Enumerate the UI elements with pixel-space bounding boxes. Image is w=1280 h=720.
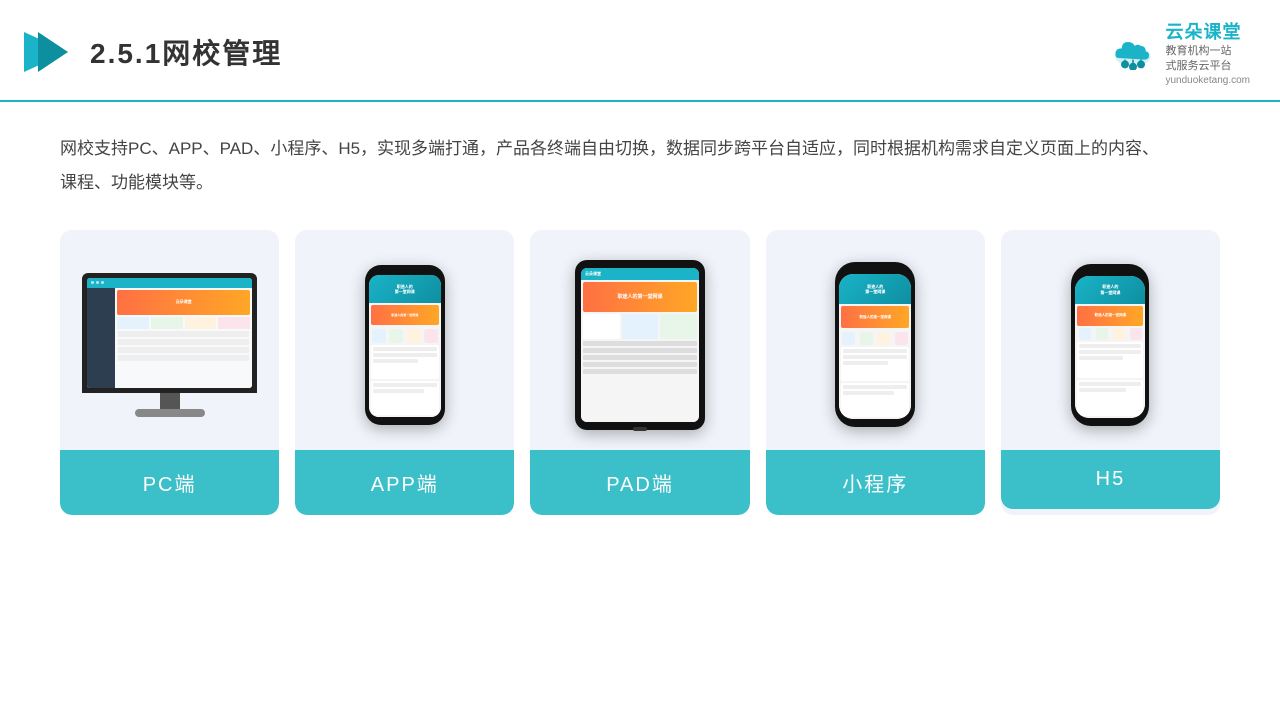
brand-name: 云朵课堂 — [1165, 18, 1250, 44]
header-right: 云朵课堂 教育机构一站式服务云平台 yunduoketang.com — [1109, 18, 1250, 86]
pad-label: PAD端 — [530, 450, 749, 515]
pad-card: 云朵课堂 职途人的第一堂网课 — [530, 230, 749, 515]
pc-preview: 云朵课堂 — [60, 230, 279, 450]
page-title: 2.5.1网校管理 — [90, 32, 282, 72]
h5-screen: 职途人的第一堂网课 职途人的第一堂网课 — [1075, 276, 1145, 418]
monitor-neck — [160, 393, 180, 409]
pc-label: PC端 — [60, 450, 279, 515]
miniprogram-card: 职途人的第一堂网课 职途人的第一堂网课 — [766, 230, 985, 515]
cloud-icon — [1109, 34, 1157, 70]
app-preview: 职途人的第一堂网课 职途人的第一堂网课 — [295, 230, 514, 450]
brand-logo: 云朵课堂 教育机构一站式服务云平台 yunduoketang.com — [1109, 18, 1250, 86]
h5-preview: 职途人的第一堂网课 职途人的第一堂网课 — [1001, 230, 1220, 450]
h5-label: H5 — [1001, 450, 1220, 509]
logo-icon — [20, 26, 72, 78]
pc-card: 云朵课堂 — [60, 230, 279, 515]
pc-monitor: 云朵课堂 — [82, 273, 257, 417]
monitor-frame: 云朵课堂 — [82, 273, 257, 393]
page-header: 2.5.1网校管理 云朵课堂 教育机构一站式服务云平台 yunduoketang… — [0, 0, 1280, 102]
app-label: APP端 — [295, 450, 514, 515]
h5-notch — [1096, 268, 1124, 275]
phone-frame: 职途人的第一堂网课 职途人的第一堂网课 — [365, 265, 445, 425]
main-content: 网校支持PC、APP、PAD、小程序、H5，实现多端打通，产品各终端自由切换，数… — [0, 102, 1280, 535]
phone-notch — [393, 268, 417, 274]
description-text: 网校支持PC、APP、PAD、小程序、H5，实现多端打通，产品各终端自由切换，数… — [60, 132, 1160, 200]
tablet-home-btn — [633, 427, 647, 431]
header-left: 2.5.1网校管理 — [20, 26, 282, 78]
device-cards-container: 云朵课堂 — [60, 230, 1220, 515]
tablet-frame: 云朵课堂 职途人的第一堂网课 — [575, 260, 705, 430]
brand-text: 云朵课堂 教育机构一站式服务云平台 yunduoketang.com — [1165, 18, 1250, 86]
h5-card: 职途人的第一堂网课 职途人的第一堂网课 — [1001, 230, 1220, 515]
brand-url: yunduoketang.com — [1165, 75, 1250, 86]
monitor-screen: 云朵课堂 — [87, 278, 252, 388]
notch-cutout — [860, 266, 890, 274]
notch-phone-screen: 职途人的第一堂网课 职途人的第一堂网课 — [839, 274, 911, 419]
brand-slogan: 教育机构一站式服务云平台 — [1165, 44, 1250, 75]
notch-phone-frame: 职途人的第一堂网课 职途人的第一堂网课 — [835, 262, 915, 427]
monitor-base — [135, 409, 205, 417]
miniprogram-label: 小程序 — [766, 450, 985, 515]
app-card: 职途人的第一堂网课 职途人的第一堂网课 — [295, 230, 514, 515]
h5-phone-frame: 职途人的第一堂网课 职途人的第一堂网课 — [1071, 264, 1149, 426]
phone-screen: 职途人的第一堂网课 职途人的第一堂网课 — [369, 275, 441, 417]
tablet-screen: 云朵课堂 职途人的第一堂网课 — [581, 268, 699, 422]
miniprogram-preview: 职途人的第一堂网课 职途人的第一堂网课 — [766, 230, 985, 450]
pad-preview: 云朵课堂 职途人的第一堂网课 — [530, 230, 749, 450]
